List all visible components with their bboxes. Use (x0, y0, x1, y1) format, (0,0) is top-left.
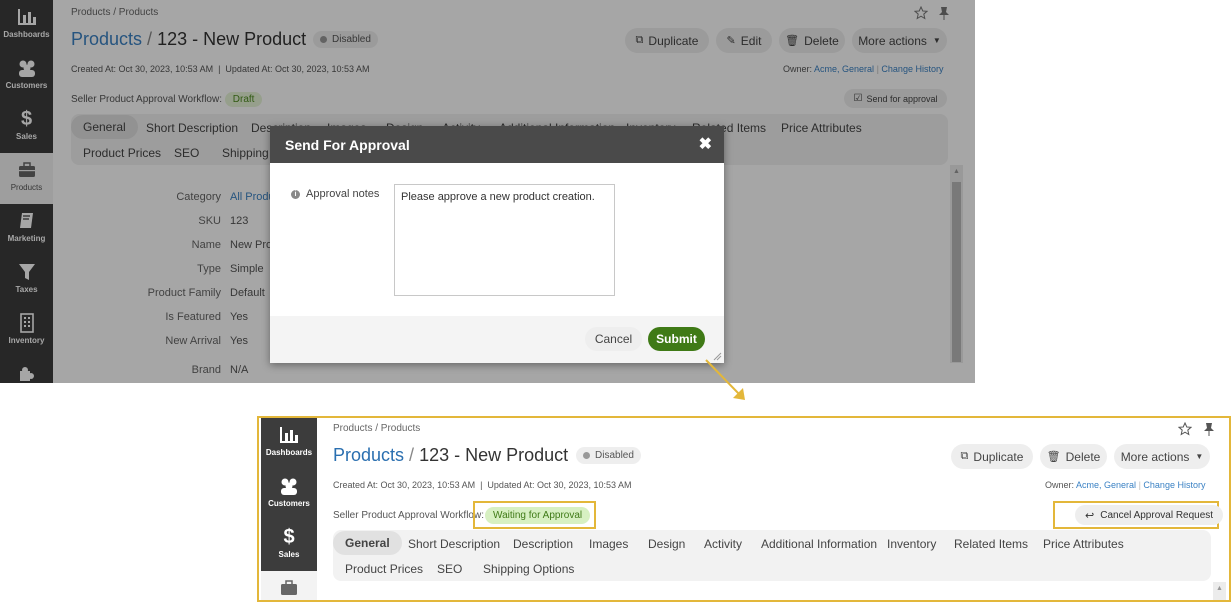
tab-images[interactable]: Images (589, 537, 628, 551)
chart-icon (280, 427, 298, 443)
title-product-name: 123 - New Product (419, 445, 569, 465)
tab-design[interactable]: Design (648, 537, 685, 551)
status-badge-label: Disabled (595, 450, 634, 461)
tab-product-prices[interactable]: Product Prices (345, 562, 423, 576)
submit-button[interactable]: Submit (648, 327, 705, 351)
approval-notes-label: Approval notes (306, 188, 380, 200)
trash-icon: 🗑 (1046, 451, 1061, 463)
users-icon (281, 478, 297, 495)
sidebar-item-dashboards[interactable]: Dashboards (261, 418, 317, 469)
page-title: Products / 123 - New Product (333, 445, 568, 466)
submit-button-label: Submit (656, 332, 697, 346)
caret-down-icon: ▼ (1195, 452, 1204, 461)
sidebar-item-products[interactable] (261, 571, 317, 600)
breadcrumb[interactable]: Products / Products (333, 423, 420, 434)
bottom-screenshot: Dashboards Customers $ Sales Products / … (257, 416, 1231, 602)
status-badge: Disabled (576, 447, 641, 464)
sidebar-item-customers[interactable]: Customers (261, 469, 317, 520)
top-screenshot: Dashboards Customers $ Sales Products Ma… (0, 0, 975, 383)
info-icon: i (291, 190, 300, 199)
sidebar-item-label: Sales (278, 550, 300, 559)
sidebar-item-sales[interactable]: $ Sales (261, 520, 317, 571)
workflow-label: Seller Product Approval Workflow: (333, 510, 484, 521)
tab-related-items[interactable]: Related Items (954, 537, 1028, 551)
reply-arrow-icon: ↩ (1085, 509, 1095, 522)
sidebar-item-label: Customers (268, 499, 310, 508)
tab-additional-information[interactable]: Additional Information (761, 537, 877, 551)
duplicate-button[interactable]: ⧉ Duplicate (951, 444, 1033, 469)
dollar-icon: $ (283, 526, 295, 548)
tab-short-description[interactable]: Short Description (408, 537, 500, 551)
tab-general[interactable]: General (333, 531, 402, 555)
dialog-title: Send For Approval (285, 137, 410, 153)
title-link[interactable]: Products (333, 445, 404, 465)
duplicate-button-label: Duplicate (973, 449, 1024, 464)
tab-inventory[interactable]: Inventory (887, 537, 936, 551)
cancel-approval-request-label: Cancel Approval Request (1100, 509, 1214, 521)
title-separator: / (404, 445, 420, 465)
briefcase-icon (281, 580, 297, 595)
dialog-header: Send For Approval ✖ (270, 126, 724, 163)
owner-info: Owner: Acme, General | Change History (1045, 480, 1206, 490)
star-icon[interactable] (1178, 422, 1192, 436)
dialog-footer: Cancel Submit (270, 316, 724, 363)
tab-description[interactable]: Description (513, 537, 573, 551)
tab-activity[interactable]: Activity (704, 537, 742, 551)
sidebar: Dashboards Customers $ Sales (261, 418, 317, 600)
timestamps: Created At: Oct 30, 2023, 10:53 AM | Upd… (333, 480, 632, 490)
cancel-button-label: Cancel (594, 332, 633, 346)
arrow-icon (705, 359, 745, 400)
more-actions-label: More actions (1120, 449, 1190, 464)
status-dot (583, 452, 590, 459)
tab-shipping-options[interactable]: Shipping Options (483, 562, 574, 576)
tab-seo[interactable]: SEO (437, 562, 462, 576)
sidebar-item-label: Dashboards (265, 448, 313, 457)
copy-icon: ⧉ (960, 450, 969, 462)
send-for-approval-dialog: Send For Approval ✖ i Approval notes Ple… (270, 126, 724, 363)
delete-button[interactable]: 🗑 Delete (1040, 444, 1107, 469)
close-icon[interactable]: ✖ (699, 134, 712, 154)
delete-button-label: Delete (1065, 449, 1101, 464)
workflow-status-badge: Waiting for Approval (485, 507, 591, 524)
owner-label: Owner: (1045, 480, 1075, 490)
cancel-approval-request-button[interactable]: ↩ Cancel Approval Request (1075, 505, 1224, 525)
scroll-up-icon[interactable]: ▲ (1216, 585, 1223, 592)
owner-link[interactable]: Acme, General (1076, 480, 1136, 490)
pin-icon[interactable] (1203, 422, 1215, 436)
tab-price-attributes[interactable]: Price Attributes (1043, 537, 1124, 551)
more-actions-button[interactable]: More actions ▼ (1114, 444, 1210, 469)
approval-notes-textarea[interactable]: Please approve a new product creation. (394, 184, 615, 296)
cancel-button[interactable]: Cancel (585, 327, 642, 351)
change-history-link[interactable]: Change History (1143, 480, 1205, 490)
